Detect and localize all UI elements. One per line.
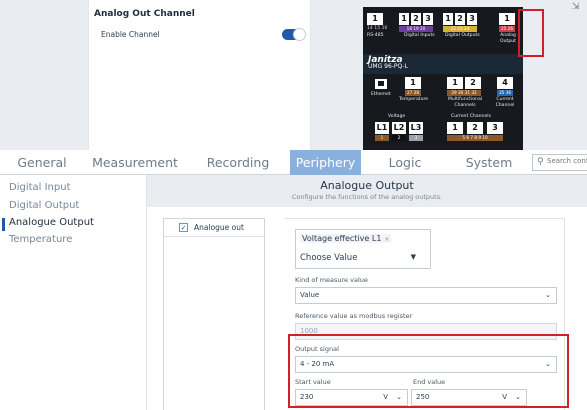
page-subtitle: Configure the functions of the analog ou… bbox=[291, 193, 443, 201]
tab-logic[interactable]: Logic bbox=[361, 150, 449, 175]
sidebar-item-analogue-output[interactable]: Analogue Output bbox=[9, 217, 94, 228]
chevron-down-icon: ⌄ bbox=[545, 291, 551, 299]
voltage-label: Voltage bbox=[388, 114, 406, 119]
sidebar-item-digital-input[interactable]: Digital Input bbox=[9, 182, 71, 193]
current-channel-label: Current Channel bbox=[495, 97, 515, 108]
current-channels-2: 2 bbox=[467, 122, 483, 134]
search-input[interactable] bbox=[547, 157, 587, 165]
tab-periphery[interactable]: Periphery bbox=[290, 150, 361, 175]
digital-output-2: 2 bbox=[455, 13, 465, 25]
voltage-l2: L2 bbox=[392, 122, 406, 134]
toggle-knob bbox=[293, 28, 306, 41]
multifunctional-1: 1 bbox=[447, 77, 463, 89]
device-model: UMG 96-PQ-L bbox=[368, 63, 408, 70]
analog-output-label[interactable]: Analog Output bbox=[498, 33, 518, 45]
device-diagram: 1 14 15 16 RS-485 1 2 3 18 19 20 Digital… bbox=[363, 7, 523, 150]
list-item[interactable]: ✓ Analogue out bbox=[164, 219, 264, 237]
digital-outputs-label: Digital Outputs bbox=[445, 33, 480, 38]
current-channels-pins: 5 6 7 8 9 10 bbox=[462, 135, 488, 140]
rs485-pins: 14 15 16 bbox=[367, 26, 388, 31]
multifunctional-2: 2 bbox=[465, 77, 481, 89]
reference-value-label: Reference value as modbus register bbox=[295, 312, 413, 320]
value-select[interactable]: Voltage effective L1 × Choose Value ▼ bbox=[295, 229, 431, 269]
search-config-box[interactable]: ⚲ bbox=[532, 154, 587, 171]
temperature-number: 1 bbox=[405, 77, 421, 89]
value-placeholder: Choose Value bbox=[300, 253, 358, 263]
digital-input-3: 3 bbox=[423, 13, 433, 25]
checkbox-check-icon[interactable]: ✓ bbox=[179, 223, 188, 232]
sidebar-item-digital-output[interactable]: Digital Output bbox=[9, 200, 79, 211]
enable-channel-toggle[interactable] bbox=[282, 28, 306, 41]
value-chip-label: Voltage effective L1 bbox=[302, 234, 382, 243]
channel-card: Analog Out Channel Enable Channel bbox=[89, 0, 310, 150]
voltage-pin-3: 3 bbox=[414, 135, 418, 140]
voltage-pin-1: 1 bbox=[380, 135, 384, 140]
voltage-l1: L1 bbox=[375, 122, 389, 134]
digital-input-2: 2 bbox=[411, 13, 421, 25]
sidebar: Digital Input Digital Output Analogue Ou… bbox=[0, 175, 147, 410]
chevron-down-icon: ▼ bbox=[410, 253, 416, 261]
rs485-label: RS-485 bbox=[367, 33, 384, 38]
ethernet-port-icon bbox=[375, 79, 387, 89]
tab-general[interactable]: General bbox=[0, 150, 84, 175]
analog-output-number: 1 bbox=[499, 13, 515, 25]
sidebar-item-temperature[interactable]: Temperature bbox=[9, 234, 72, 245]
kind-of-measure-label: Kind of measure value bbox=[295, 276, 368, 284]
digital-outputs-pins: 22 23 24 bbox=[450, 26, 470, 31]
kind-of-measure-value: Value bbox=[300, 291, 320, 299]
external-link-icon[interactable]: ⇲ bbox=[572, 2, 580, 12]
multifunctional-label: Multifunctional Channels bbox=[447, 97, 483, 108]
close-icon[interactable]: × bbox=[384, 236, 389, 243]
current-channel-pins: 35 36 bbox=[499, 90, 511, 95]
analog-output-pins: 25 26 bbox=[501, 26, 513, 31]
multifunctional-pins: 29 30 31 32 bbox=[451, 90, 477, 95]
current-channels-1: 1 bbox=[447, 122, 463, 134]
main-tab-bar: General Measurement Recording Periphery … bbox=[0, 150, 587, 175]
digital-output-1: 1 bbox=[443, 13, 453, 25]
kind-of-measure-select[interactable]: Value ⌄ bbox=[295, 287, 557, 304]
output-list-panel: ✓ Analogue out bbox=[163, 218, 265, 410]
voltage-l3: L3 bbox=[409, 122, 423, 134]
digital-inputs-pins: 18 19 20 bbox=[406, 26, 426, 31]
page-title: Analogue Output bbox=[320, 179, 414, 192]
tab-recording[interactable]: Recording bbox=[186, 150, 290, 175]
main-header: Analogue Output Configure the functions … bbox=[147, 175, 587, 207]
rs485-number: 1 bbox=[367, 13, 383, 25]
current-channel-number: 4 bbox=[497, 77, 513, 89]
current-channels-label: Current Channels bbox=[451, 114, 491, 119]
sidebar-active-marker bbox=[2, 218, 5, 231]
enable-channel-label: Enable Channel bbox=[101, 30, 160, 39]
output-settings-highlight bbox=[288, 334, 569, 408]
voltage-pin-2: 2 bbox=[397, 135, 401, 140]
temperature-label: Temperature bbox=[399, 97, 429, 102]
temperature-pins: 27 28 bbox=[407, 90, 419, 95]
tab-system[interactable]: System bbox=[449, 150, 529, 175]
list-item-label: Analogue out bbox=[194, 223, 244, 232]
digital-input-1: 1 bbox=[399, 13, 409, 25]
digital-inputs-label: Digital Inputs bbox=[404, 33, 435, 38]
search-icon: ⚲ bbox=[537, 157, 544, 167]
channel-card-title: Analog Out Channel bbox=[94, 9, 195, 19]
analog-output-highlight bbox=[518, 9, 544, 57]
current-channels-3: 3 bbox=[487, 122, 503, 134]
digital-output-3: 3 bbox=[467, 13, 477, 25]
top-area: Analog Out Channel Enable Channel 1 14 1… bbox=[0, 0, 587, 150]
value-chip: Voltage effective L1 × bbox=[300, 234, 392, 243]
ethernet-label: Ethernet bbox=[371, 92, 391, 97]
tab-measurement[interactable]: Measurement bbox=[84, 150, 186, 175]
